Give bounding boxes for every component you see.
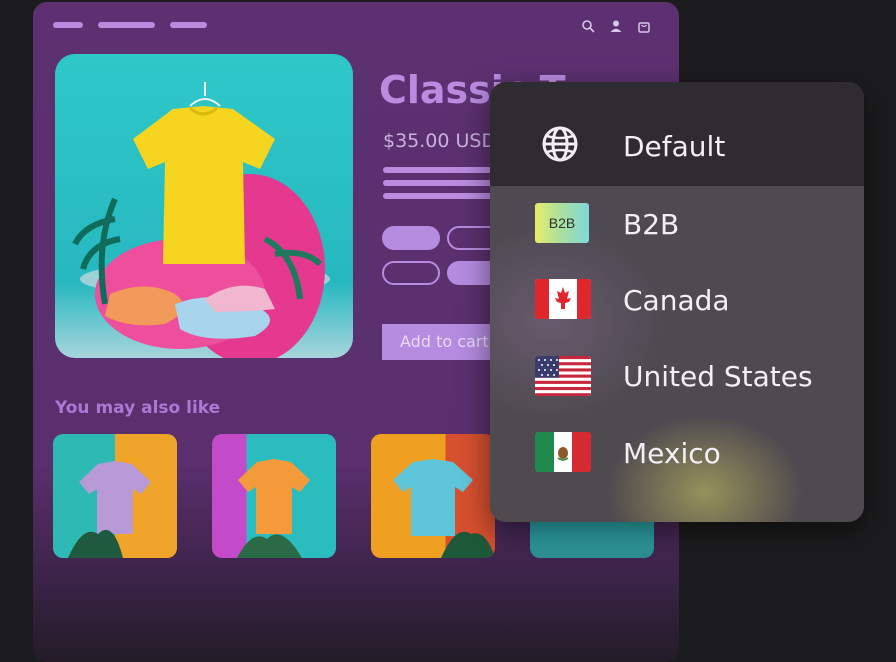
us-flag-icon (535, 356, 591, 396)
recommended-product-3[interactable] (371, 434, 495, 558)
account-icon[interactable] (609, 19, 623, 33)
recommended-product-2[interactable] (212, 434, 336, 558)
market-option-label: Canada (623, 284, 730, 317)
nav-link-1[interactable] (53, 22, 83, 28)
market-option-label: Mexico (623, 437, 721, 470)
product-image[interactable] (55, 54, 353, 358)
tshirt-photo (72, 82, 330, 358)
market-option-canada[interactable]: Canada (490, 263, 864, 339)
market-option-label: B2B (623, 208, 680, 241)
market-option-united-states[interactable]: United States (490, 339, 864, 415)
variant-option-1[interactable] (382, 226, 440, 250)
market-option-label: Default (623, 130, 726, 163)
market-option-b2b[interactable]: B2B B2B (490, 186, 864, 262)
nav-link-3[interactable] (170, 22, 207, 28)
b2b-badge: B2B (535, 203, 589, 243)
cart-icon[interactable] (637, 19, 651, 33)
recommendations-heading: You may also like (55, 398, 221, 418)
market-option-label: United States (623, 360, 813, 393)
canada-flag-icon (535, 279, 591, 319)
search-icon[interactable] (581, 19, 595, 33)
globe-icon (542, 126, 578, 162)
market-option-default[interactable]: Default (490, 82, 864, 186)
product-price: $35.00 USD (383, 130, 497, 152)
mexico-flag-icon (535, 432, 591, 472)
purple-tshirt-photo (68, 461, 151, 558)
nav-link-2[interactable] (98, 22, 155, 28)
orange-tshirt-photo (237, 459, 310, 558)
market-option-mexico[interactable]: Mexico (490, 416, 864, 492)
blue-tshirt-photo (393, 459, 495, 558)
market-selector-dropdown[interactable]: Default B2B B2B Canada United States Mex… (490, 82, 864, 522)
variant-option-3[interactable] (382, 261, 440, 285)
recommended-product-1[interactable] (53, 434, 177, 558)
